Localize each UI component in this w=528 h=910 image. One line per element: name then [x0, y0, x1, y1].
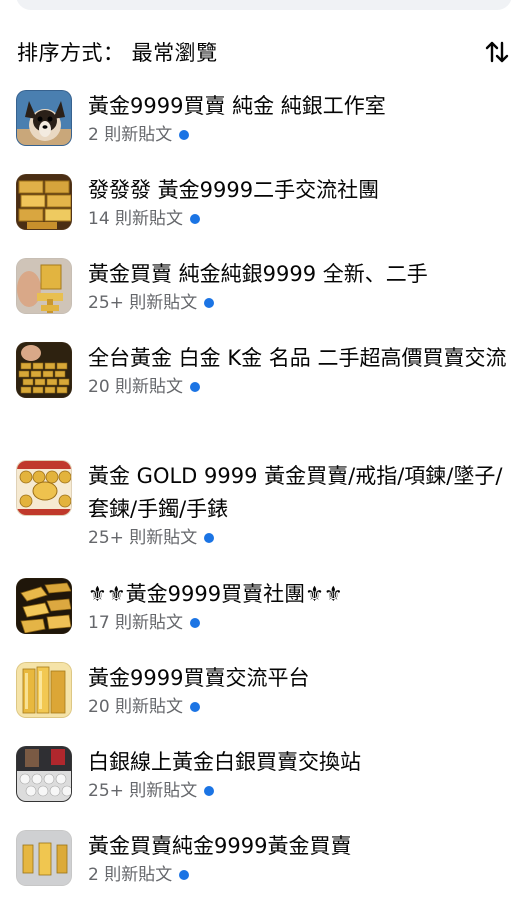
unread-dot [179, 870, 190, 880]
group-thumbnail[interactable] [16, 174, 72, 230]
unread-dot [190, 702, 201, 712]
unread-dot [179, 130, 190, 140]
group-item[interactable]: 全台黃金 白金 K金 名品 二手超高價買賣交流 20 則新貼文 [0, 338, 528, 456]
new-posts-count: 25+ 則新貼文 [88, 779, 512, 803]
new-posts-count: 2 則新貼文 [88, 863, 512, 887]
group-title: 黃金買賣純金9999黃金買賣 [88, 834, 352, 858]
group-title: 黃金 GOLD 9999 黃金買賣/戒指/項鍊/墜子/套鍊/手鐲/手錶 [88, 464, 503, 521]
sort-label: 排序方式： 最常瀏覽 [17, 41, 218, 65]
group-thumbnail[interactable] [16, 342, 72, 398]
new-posts-count: 17 則新貼文 [88, 611, 512, 635]
unread-dot [190, 214, 201, 224]
group-thumbnail[interactable] [16, 662, 72, 718]
group-title: ⚜⚜黃金9999買賣社團⚜⚜ [88, 582, 343, 606]
new-posts-count: 14 則新貼文 [88, 207, 512, 231]
unread-dot [190, 618, 201, 628]
group-title: 發發發 黃金9999二手交流社團 [88, 178, 380, 202]
search-bar[interactable] [16, 0, 512, 10]
group-list: 黃金9999買賣 純金 純銀工作室 2 則新貼文 發發發 黃金9999二手交流社… [0, 86, 528, 910]
new-posts-count: 20 則新貼文 [88, 695, 512, 719]
group-item[interactable]: 黃金9999買賣 純金 純銀工作室 2 則新貼文 [0, 86, 528, 170]
unread-dot [204, 298, 215, 308]
group-title: 全台黃金 白金 K金 名品 二手超高價買賣交流 [88, 346, 507, 370]
group-thumbnail[interactable] [16, 258, 72, 314]
group-item[interactable]: ⚜⚜黃金9999買賣社團⚜⚜ 17 則新貼文 [0, 574, 528, 658]
group-title: 黃金9999買賣 純金 純銀工作室 [88, 94, 386, 118]
group-item[interactable]: 白銀線上黃金白銀買賣交換站 25+ 則新貼文 [0, 742, 528, 826]
new-posts-count: 2 則新貼文 [88, 123, 512, 147]
group-thumbnail[interactable] [16, 830, 72, 886]
unread-dot [204, 786, 215, 796]
group-item[interactable]: 黃金買賣純金9999黃金買賣 2 則新貼文 [0, 826, 528, 910]
new-posts-count: 25+ 則新貼文 [88, 526, 512, 550]
new-posts-count: 25+ 則新貼文 [88, 291, 512, 315]
sort-arrows-icon[interactable] [482, 37, 512, 67]
group-item[interactable]: 黃金買賣 純金純銀9999 全新、二手 25+ 則新貼文 [0, 254, 528, 338]
group-thumbnail[interactable] [16, 90, 72, 146]
group-item[interactable]: 發發發 黃金9999二手交流社團 14 則新貼文 [0, 170, 528, 254]
sort-bar: 排序方式： 最常瀏覽 [0, 28, 528, 76]
group-title: 黃金9999買賣交流平台 [88, 666, 310, 690]
unread-dot [190, 382, 201, 392]
group-item[interactable]: 黃金9999買賣交流平台 20 則新貼文 [0, 658, 528, 742]
new-posts-count: 20 則新貼文 [88, 375, 512, 399]
group-title: 白銀線上黃金白銀買賣交換站 [88, 750, 361, 774]
group-thumbnail[interactable] [16, 460, 72, 516]
group-thumbnail[interactable] [16, 578, 72, 634]
group-thumbnail[interactable] [16, 746, 72, 802]
unread-dot [204, 533, 215, 543]
group-title: 黃金買賣 純金純銀9999 全新、二手 [88, 262, 428, 286]
group-item[interactable]: 黃金 GOLD 9999 黃金買賣/戒指/項鍊/墜子/套鍊/手鐲/手錶 25+ … [0, 456, 528, 574]
